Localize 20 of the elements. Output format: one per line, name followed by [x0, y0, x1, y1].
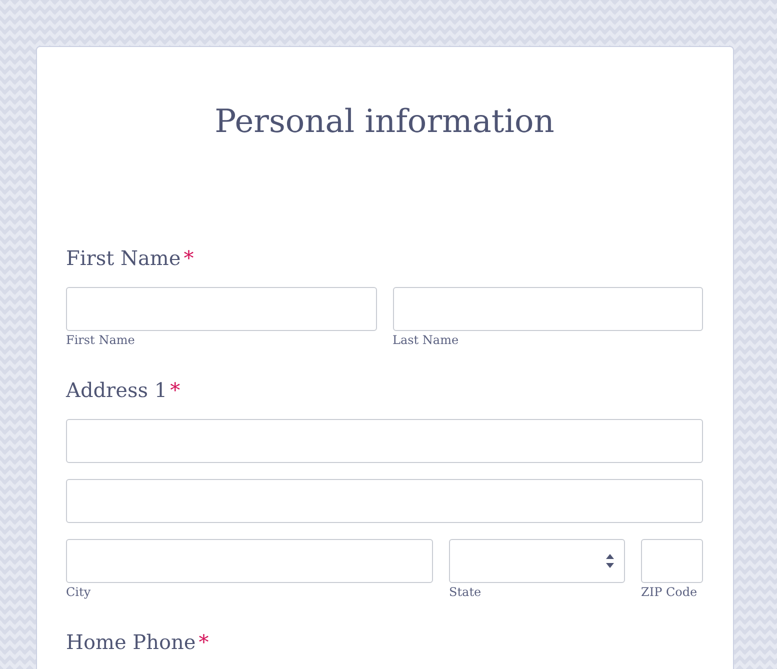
dropdown-field[interactable]: [449, 539, 625, 583]
input-field[interactable]: [66, 287, 376, 331]
required-asterisk: *: [198, 629, 209, 655]
field-sublabel: City: [66, 584, 92, 600]
required-asterisk: *: [170, 377, 180, 403]
up-down-arrows-icon: [606, 554, 614, 568]
input-field[interactable]: [392, 287, 703, 331]
input-field[interactable]: [641, 539, 703, 583]
input-field[interactable]: [66, 419, 703, 463]
field-sublabel: State: [449, 584, 482, 600]
field-label: Home Phone: [66, 629, 196, 655]
field-label: First Name: [66, 245, 181, 271]
form-title: Personal information: [214, 102, 556, 140]
input-field[interactable]: [66, 479, 703, 523]
input-field[interactable]: [66, 539, 433, 583]
field-label: Address 1: [66, 377, 168, 403]
field-sublabel: Last Name: [392, 332, 460, 348]
field-sublabel: First Name: [66, 332, 136, 348]
field-sublabel: ZIP Code: [641, 584, 698, 600]
required-asterisk: *: [184, 245, 194, 271]
